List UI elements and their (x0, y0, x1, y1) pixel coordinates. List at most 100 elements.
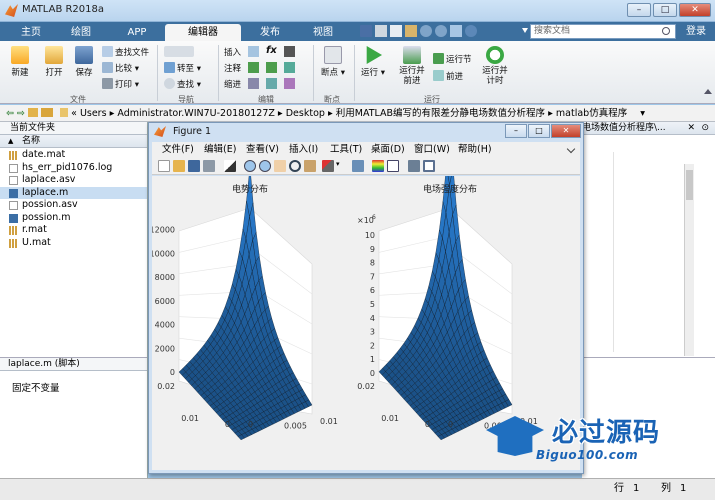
print-button[interactable]: 打印 ▾ (102, 78, 139, 90)
link-plot-icon[interactable] (352, 160, 364, 172)
file-item[interactable]: laplace.asv (0, 174, 147, 187)
tab-apps[interactable]: APP (112, 24, 162, 41)
compare-dropdown-icon[interactable]: ▾ (135, 64, 139, 74)
scrollbar-thumb[interactable] (686, 170, 693, 200)
comment-toggle-icon[interactable] (266, 62, 277, 73)
path-crumb-0[interactable]: « (71, 108, 77, 119)
arrow-pointer-icon[interactable] (224, 160, 236, 172)
print-figure-icon[interactable] (203, 160, 215, 172)
insert-colorbar-icon[interactable] (372, 160, 384, 172)
zoom-in-icon[interactable] (244, 160, 256, 172)
editor-scrollbar[interactable] (684, 164, 694, 356)
file-item[interactable]: possion.asv (0, 199, 147, 212)
uncomment-icon[interactable] (266, 78, 277, 89)
menu-view[interactable]: 查看(V) (246, 142, 279, 157)
save-figure-icon[interactable] (188, 160, 200, 172)
search-docs-input[interactable]: 搜索文档 (530, 24, 676, 39)
new-button[interactable]: 新建 (5, 46, 35, 78)
find-files-button[interactable]: 查找文件 (102, 46, 149, 58)
maximize-button[interactable]: □ (653, 3, 677, 17)
menu-dock-icon[interactable] (566, 144, 576, 154)
wrap-icon[interactable] (284, 62, 295, 73)
goto-button[interactable]: 转至 ▾ (164, 62, 201, 74)
zoom-out-icon[interactable] (259, 160, 271, 172)
minimize-button[interactable]: – (627, 3, 651, 17)
nav-back-forward-icons[interactable] (164, 46, 194, 57)
run-and-time-button[interactable]: 运行并计时 (478, 46, 512, 86)
redo-icon[interactable] (435, 25, 447, 37)
paste-icon[interactable] (405, 25, 417, 37)
fx-button[interactable]: fx (266, 45, 277, 56)
folder-up-icon[interactable] (28, 108, 38, 117)
brush-icon[interactable] (322, 160, 334, 172)
path-crumb-3[interactable]: Desktop (286, 108, 325, 119)
advance-button[interactable]: 前进 (433, 70, 463, 82)
print-dropdown-icon[interactable]: ▾ (135, 80, 139, 90)
hide-plot-tools-icon[interactable] (408, 160, 420, 172)
compare-button[interactable]: 比较 ▾ (102, 62, 139, 74)
outdent-icon[interactable] (284, 78, 295, 89)
open-file-icon[interactable] (173, 160, 185, 172)
name-column-header[interactable]: ▲ 名称 (0, 135, 147, 148)
path-dropdown-icon[interactable]: ▾ (640, 108, 645, 119)
file-item[interactable]: laplace.m (0, 186, 147, 199)
close-tab-icon[interactable]: ✕ (687, 122, 695, 135)
sort-ascending-icon[interactable]: ▲ (8, 135, 13, 148)
panel-menu-icon[interactable]: ⊙ (701, 122, 709, 135)
close-button[interactable]: ✕ (679, 3, 711, 17)
cut-icon[interactable] (375, 25, 387, 37)
tab-view[interactable]: 视图 (298, 24, 348, 41)
path-crumb-2[interactable]: Administrator.WIN7U-20180127Z (117, 108, 275, 119)
code-icon[interactable] (284, 46, 295, 57)
figure-close-button[interactable]: ✕ (551, 124, 581, 138)
tab-plots[interactable]: 绘图 (56, 24, 106, 41)
rotate-3d-icon[interactable] (289, 160, 301, 172)
file-item[interactable]: possion.m (0, 212, 147, 225)
tab-home[interactable]: 主页 (8, 24, 54, 41)
help-icon[interactable] (465, 25, 477, 37)
comment-percent-icon[interactable] (248, 62, 259, 73)
search-icon[interactable] (662, 27, 670, 35)
path-crumb-1[interactable]: Users (80, 108, 107, 119)
save-icon[interactable] (360, 25, 372, 37)
switch-window-icon[interactable] (450, 25, 462, 37)
figure-minimize-button[interactable]: – (505, 124, 527, 138)
ribbon-collapse-icon[interactable] (704, 89, 712, 94)
new-figure-icon[interactable] (158, 160, 170, 172)
menu-edit[interactable]: 编辑(E) (204, 142, 236, 157)
figure-maximize-button[interactable]: □ (528, 124, 550, 138)
search-filter-icon[interactable] (522, 28, 528, 33)
brush-dropdown-icon[interactable]: ▾ (336, 160, 342, 172)
undo-icon[interactable] (420, 25, 432, 37)
save-button[interactable]: 保存 (71, 46, 97, 78)
indent-icon[interactable] (248, 78, 259, 89)
file-item[interactable]: hs_err_pid1076.log (0, 162, 147, 175)
menu-help[interactable]: 帮助(H) (458, 142, 492, 157)
tab-editor[interactable]: 编辑器 (165, 24, 241, 41)
breakpoints-button[interactable]: 断点 ▾ (318, 46, 348, 78)
file-item[interactable]: U.mat (0, 237, 147, 250)
path-crumb-4[interactable]: 利用MATLAB编写的有限差分静电场数值分析程序 (336, 108, 545, 119)
path-crumb-5[interactable]: matlab仿真程序 (556, 108, 627, 119)
insert-section-icon[interactable] (248, 46, 259, 57)
comment-button[interactable]: 注释 (224, 62, 241, 74)
forward-arrow-icon[interactable]: ⇨ (17, 105, 25, 122)
open-button[interactable]: 打开 (39, 46, 69, 78)
run-advance-button[interactable]: 运行并前进 (395, 46, 429, 86)
file-item[interactable]: date.mat (0, 149, 147, 162)
file-item[interactable]: r.mat (0, 224, 147, 237)
tab-publish[interactable]: 发布 (245, 24, 295, 41)
address-bar[interactable]: ⇦ ⇨ « Users ▸ Administrator.WIN7U-201801… (0, 105, 715, 122)
insert-legend-icon[interactable] (387, 160, 399, 172)
menu-file[interactable]: 文件(F) (162, 142, 194, 157)
menu-window[interactable]: 窗口(W) (414, 142, 450, 157)
back-arrow-icon[interactable]: ⇦ (6, 105, 14, 122)
find-button[interactable]: 查找 ▾ (164, 78, 201, 90)
copy-icon[interactable] (390, 25, 402, 37)
indent-button[interactable]: 缩进 (224, 78, 241, 90)
browse-folder-icon[interactable] (41, 108, 54, 117)
menu-tools[interactable]: 工具(T) (330, 142, 362, 157)
show-plot-tools-icon[interactable] (423, 160, 435, 172)
menu-desktop[interactable]: 桌面(D) (371, 142, 405, 157)
insert-button[interactable]: 插入 (224, 46, 241, 58)
